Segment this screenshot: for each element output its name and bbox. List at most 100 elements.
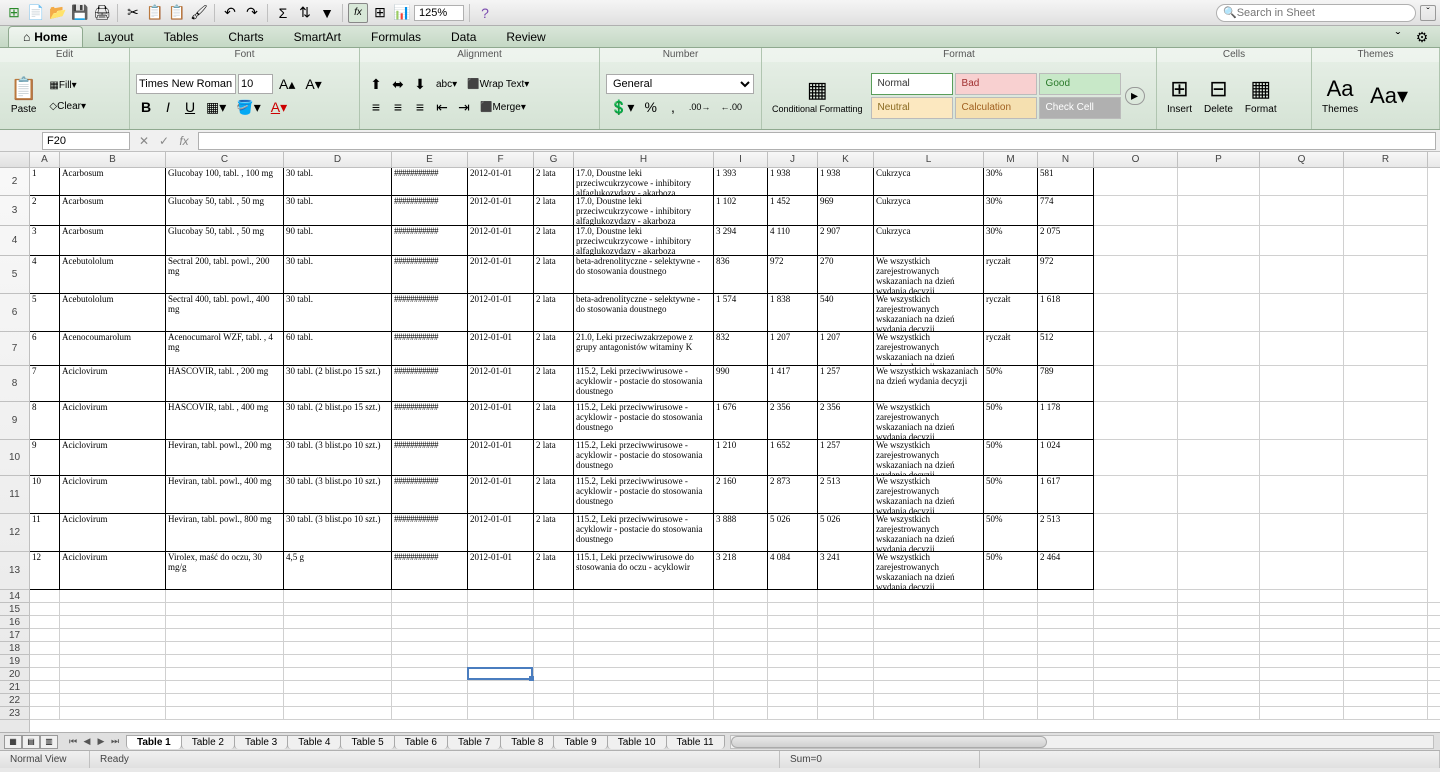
cell[interactable] <box>534 629 574 642</box>
cell[interactable]: 21.0, Leki przeciwzakrzepowe z grupy ant… <box>574 332 714 366</box>
col-header-G[interactable]: G <box>534 152 574 167</box>
cell[interactable]: 17.0, Doustne leki przeciwcukrzycowe - i… <box>574 196 714 226</box>
tab-charts[interactable]: Charts <box>213 26 278 47</box>
col-header-P[interactable]: P <box>1178 152 1260 167</box>
cell[interactable] <box>574 707 714 720</box>
cell[interactable]: 2012-01-01 <box>468 226 534 256</box>
cell[interactable] <box>534 590 574 603</box>
cell[interactable]: 512 <box>1038 332 1094 366</box>
cell[interactable]: ########### <box>392 226 468 256</box>
cell[interactable]: 2 lata <box>534 294 574 332</box>
cell[interactable] <box>874 616 984 629</box>
cell[interactable] <box>1260 256 1344 294</box>
cell[interactable] <box>1178 440 1260 476</box>
cell[interactable]: Cukrzyca <box>874 168 984 196</box>
cell[interactable]: Acarbosum <box>60 168 166 196</box>
cell[interactable]: 1 676 <box>714 402 768 440</box>
cell[interactable] <box>818 642 874 655</box>
cell[interactable]: 60 tabl. <box>284 332 392 366</box>
cell[interactable]: 270 <box>818 256 874 294</box>
row-header[interactable]: 9 <box>0 402 29 440</box>
cell[interactable]: 50% <box>984 402 1038 440</box>
last-sheet-icon[interactable]: ⏭ <box>108 735 122 749</box>
cell[interactable]: We wszystkich zarejestrowanych wskazania… <box>874 294 984 332</box>
cell[interactable] <box>1344 226 1428 256</box>
cell[interactable]: ryczałt <box>984 294 1038 332</box>
style-check-cell[interactable]: Check Cell <box>1039 97 1121 119</box>
cell[interactable] <box>1260 694 1344 707</box>
cell[interactable] <box>1178 552 1260 590</box>
cell[interactable] <box>1038 629 1094 642</box>
cell[interactable]: 1 574 <box>714 294 768 332</box>
sheet-tab[interactable]: Table 4 <box>287 735 341 749</box>
col-header-K[interactable]: K <box>818 152 874 167</box>
fx-formula-icon[interactable]: fx <box>176 133 192 149</box>
cell[interactable] <box>534 642 574 655</box>
cell[interactable]: ########### <box>392 366 468 402</box>
cell[interactable] <box>574 694 714 707</box>
cell[interactable]: Acarbosum <box>60 196 166 226</box>
cell[interactable]: ########### <box>392 552 468 590</box>
cell[interactable] <box>1344 629 1428 642</box>
cell[interactable]: We wszystkich zarejestrowanych wskazania… <box>874 552 984 590</box>
filter-icon[interactable]: ▼ <box>317 3 337 23</box>
cell[interactable] <box>30 694 60 707</box>
excel-icon[interactable]: ⊞ <box>4 3 24 23</box>
cell[interactable] <box>874 707 984 720</box>
cell[interactable]: ryczałt <box>984 256 1038 294</box>
cell[interactable] <box>30 590 60 603</box>
cell[interactable]: 2 lata <box>534 196 574 226</box>
cell[interactable]: 581 <box>1038 168 1094 196</box>
cell[interactable] <box>1094 552 1178 590</box>
cell[interactable] <box>468 655 534 668</box>
row-header[interactable]: 8 <box>0 366 29 402</box>
cell[interactable] <box>1344 514 1428 552</box>
cell[interactable] <box>1178 168 1260 196</box>
cell[interactable] <box>1094 256 1178 294</box>
cell[interactable] <box>1094 514 1178 552</box>
row-header[interactable]: 17 <box>0 629 29 642</box>
cell[interactable] <box>768 590 818 603</box>
cell[interactable] <box>1260 603 1344 616</box>
fx-icon[interactable]: fx <box>348 3 368 23</box>
cell[interactable] <box>818 590 874 603</box>
tab-review[interactable]: Review <box>491 26 560 47</box>
cell[interactable]: 1 417 <box>768 366 818 402</box>
row-header[interactable]: 12 <box>0 514 29 552</box>
cell[interactable] <box>392 668 468 681</box>
cell[interactable]: 17.0, Doustne leki przeciwcukrzycowe - i… <box>574 226 714 256</box>
cell[interactable] <box>284 642 392 655</box>
cell[interactable] <box>574 642 714 655</box>
cell[interactable] <box>1260 629 1344 642</box>
cell[interactable]: 2012-01-01 <box>468 256 534 294</box>
cell[interactable] <box>1038 655 1094 668</box>
cell[interactable] <box>714 694 768 707</box>
cell[interactable] <box>1178 616 1260 629</box>
cell[interactable] <box>1178 694 1260 707</box>
cell[interactable] <box>284 616 392 629</box>
cell[interactable] <box>984 668 1038 681</box>
number-format-select[interactable]: General <box>606 74 754 94</box>
cell[interactable] <box>468 590 534 603</box>
cell[interactable] <box>1260 332 1344 366</box>
cell[interactable] <box>1260 226 1344 256</box>
cell[interactable]: ########### <box>392 476 468 514</box>
new-icon[interactable]: 📄 <box>26 3 46 23</box>
decrease-decimal-icon[interactable]: ←.00 <box>716 97 746 117</box>
cell[interactable] <box>166 603 284 616</box>
cell[interactable]: ########### <box>392 294 468 332</box>
cell[interactable] <box>30 655 60 668</box>
cell[interactable]: Heviran, tabl. powl., 800 mg <box>166 514 284 552</box>
cell[interactable] <box>818 707 874 720</box>
cell[interactable] <box>1094 642 1178 655</box>
cell[interactable]: 30% <box>984 168 1038 196</box>
cell[interactable]: 2 lata <box>534 552 574 590</box>
row-header[interactable]: 13 <box>0 552 29 590</box>
cell[interactable] <box>1094 332 1178 366</box>
cell[interactable]: 4 110 <box>768 226 818 256</box>
cell[interactable]: Heviran, tabl. powl., 400 mg <box>166 476 284 514</box>
cell[interactable]: 10 <box>30 476 60 514</box>
insert-button[interactable]: ⊞Insert <box>1163 74 1196 117</box>
cell[interactable] <box>1178 294 1260 332</box>
row-header[interactable]: 11 <box>0 476 29 514</box>
